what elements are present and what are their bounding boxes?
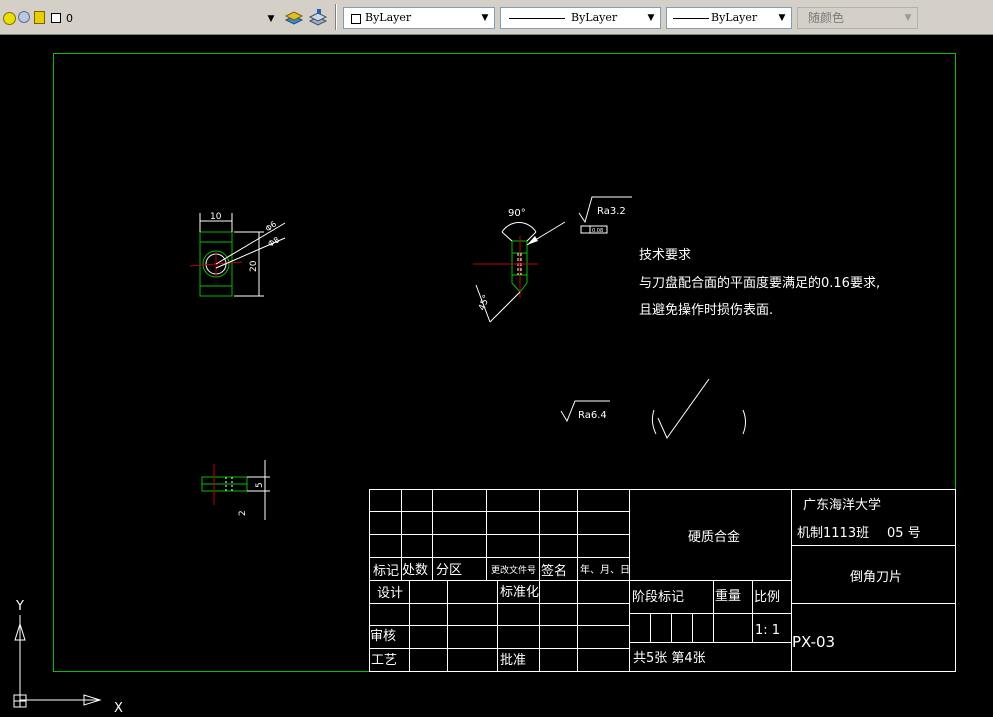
linetype-preview-icon [509, 18, 565, 19]
lineweight-dropdown[interactable]: ByLayer ▼ [666, 7, 792, 29]
side-view-roughness: Ra3.2 [597, 206, 626, 217]
drawing-canvas[interactable]: 10 20 Φ6 Φ8 90° 45° Ra3.2 0.08 技术要求 与刀盘配… [0, 35, 993, 716]
plotstyle-value: 随颜色 [808, 11, 845, 25]
tb-approve: 批准 [500, 653, 526, 668]
tb-number: 05 号 [887, 526, 921, 541]
tb-stage-mark: 阶段标记 [632, 590, 684, 605]
tech-requirements-line2: 且避免操作时损伤表面. [639, 302, 773, 318]
tb-mark: 标记 [373, 564, 399, 579]
drawing-svg: 10 20 Φ6 Φ8 90° 45° Ra3.2 0.08 技术要求 与刀盘配… [13, 53, 956, 716]
plotstyle-dropdown: 随颜色 ▼ [797, 7, 918, 29]
tb-process: 工艺 [371, 653, 397, 668]
chevron-down-icon[interactable]: ▼ [644, 10, 658, 26]
small-view-dim-a: 5 [255, 482, 265, 488]
tb-zone: 分区 [436, 563, 462, 578]
tb-design: 设计 [377, 586, 403, 601]
lineweight-preview-icon [673, 18, 709, 19]
linetype-value: ByLayer [571, 11, 618, 24]
layer-on-icon[interactable] [3, 12, 16, 25]
toolbar-separator [335, 4, 337, 30]
side-view-angle-top: 90° [508, 208, 526, 219]
tb-sheets: 共5张 第4张 [633, 651, 706, 666]
color-dropdown[interactable]: ByLayer ▼ [343, 7, 495, 29]
front-view-dia-b: Φ8 [267, 235, 281, 248]
tb-part-name: 倒角刀片 [850, 570, 902, 585]
linetype-dropdown[interactable]: ByLayer ▼ [500, 7, 661, 29]
general-roughness-note: Ra6.4 [560, 378, 746, 440]
tb-date: 年、月、日 [580, 563, 630, 576]
properties-toolbar: 0 ▼ ByLayer ▼ ByLayer ▼ ByLayer ▼ 随颜色 ▼ [0, 0, 993, 35]
chevron-down-icon: ▼ [904, 13, 912, 23]
small-view: 5 2 [201, 460, 270, 520]
tb-scale: 比例 [754, 590, 780, 605]
tb-weight: 重量 [715, 588, 741, 604]
make-object-layer-current-icon[interactable] [283, 7, 305, 29]
front-view: 10 20 Φ6 Φ8 [189, 212, 286, 297]
tb-standard: 标准化 [500, 585, 539, 600]
layer-freeze-icon[interactable] [18, 11, 30, 23]
chevron-down-icon[interactable]: ▼ [478, 10, 492, 26]
tb-count: 处数 [402, 563, 428, 578]
tech-requirements-title: 技术要求 [639, 248, 691, 263]
side-view-angle-bottom: 45° [477, 294, 492, 312]
ucs-icon: Y X [13, 599, 123, 716]
ucs-y-label: Y [15, 599, 24, 614]
front-view-dia-a: Φ6 [264, 219, 279, 233]
tb-drawing-no: PX-03 [792, 633, 835, 651]
tb-review: 审核 [370, 629, 396, 644]
tb-scale-value: 1: 1 [755, 623, 780, 638]
chevron-down-icon[interactable]: ▼ [775, 10, 789, 26]
side-view: 90° 45° Ra3.2 0.08 [473, 196, 632, 323]
ucs-x-label: X [114, 701, 123, 713]
tb-sign: 签名 [541, 563, 567, 579]
tb-class: 机制1113班 [797, 526, 869, 541]
front-view-height-dim: 20 [249, 260, 259, 272]
tb-doc-no: 更改文件号 [491, 564, 536, 576]
layer-value: 0 [66, 12, 73, 25]
small-view-dim-b: 2 [238, 510, 248, 516]
lineweight-value: ByLayer [711, 11, 758, 24]
tech-requirements-line1: 与刀盘配合面的平面度要满足的0.16要求, [639, 275, 880, 291]
side-view-tolerance-tag: 0.08 [592, 228, 603, 234]
tb-school: 广东海洋大学 [803, 497, 881, 513]
color-swatch-icon [351, 14, 361, 24]
color-value: ByLayer [365, 11, 412, 24]
roughness-note-value: Ra6.4 [578, 410, 607, 421]
chevron-down-icon[interactable]: ▼ [264, 11, 278, 27]
tb-material: 硬质合金 [688, 529, 740, 545]
layer-dropdown[interactable]: 0 ▼ [48, 9, 280, 31]
drawing-border [53, 53, 956, 672]
tech-requirements: 技术要求 与刀盘配合面的平面度要满足的0.16要求, 且避免操作时损伤表面. [639, 248, 880, 318]
layer-previous-icon[interactable] [307, 7, 329, 29]
front-view-width-dim: 10 [210, 212, 222, 222]
layer-lock-icon[interactable] [34, 11, 45, 24]
